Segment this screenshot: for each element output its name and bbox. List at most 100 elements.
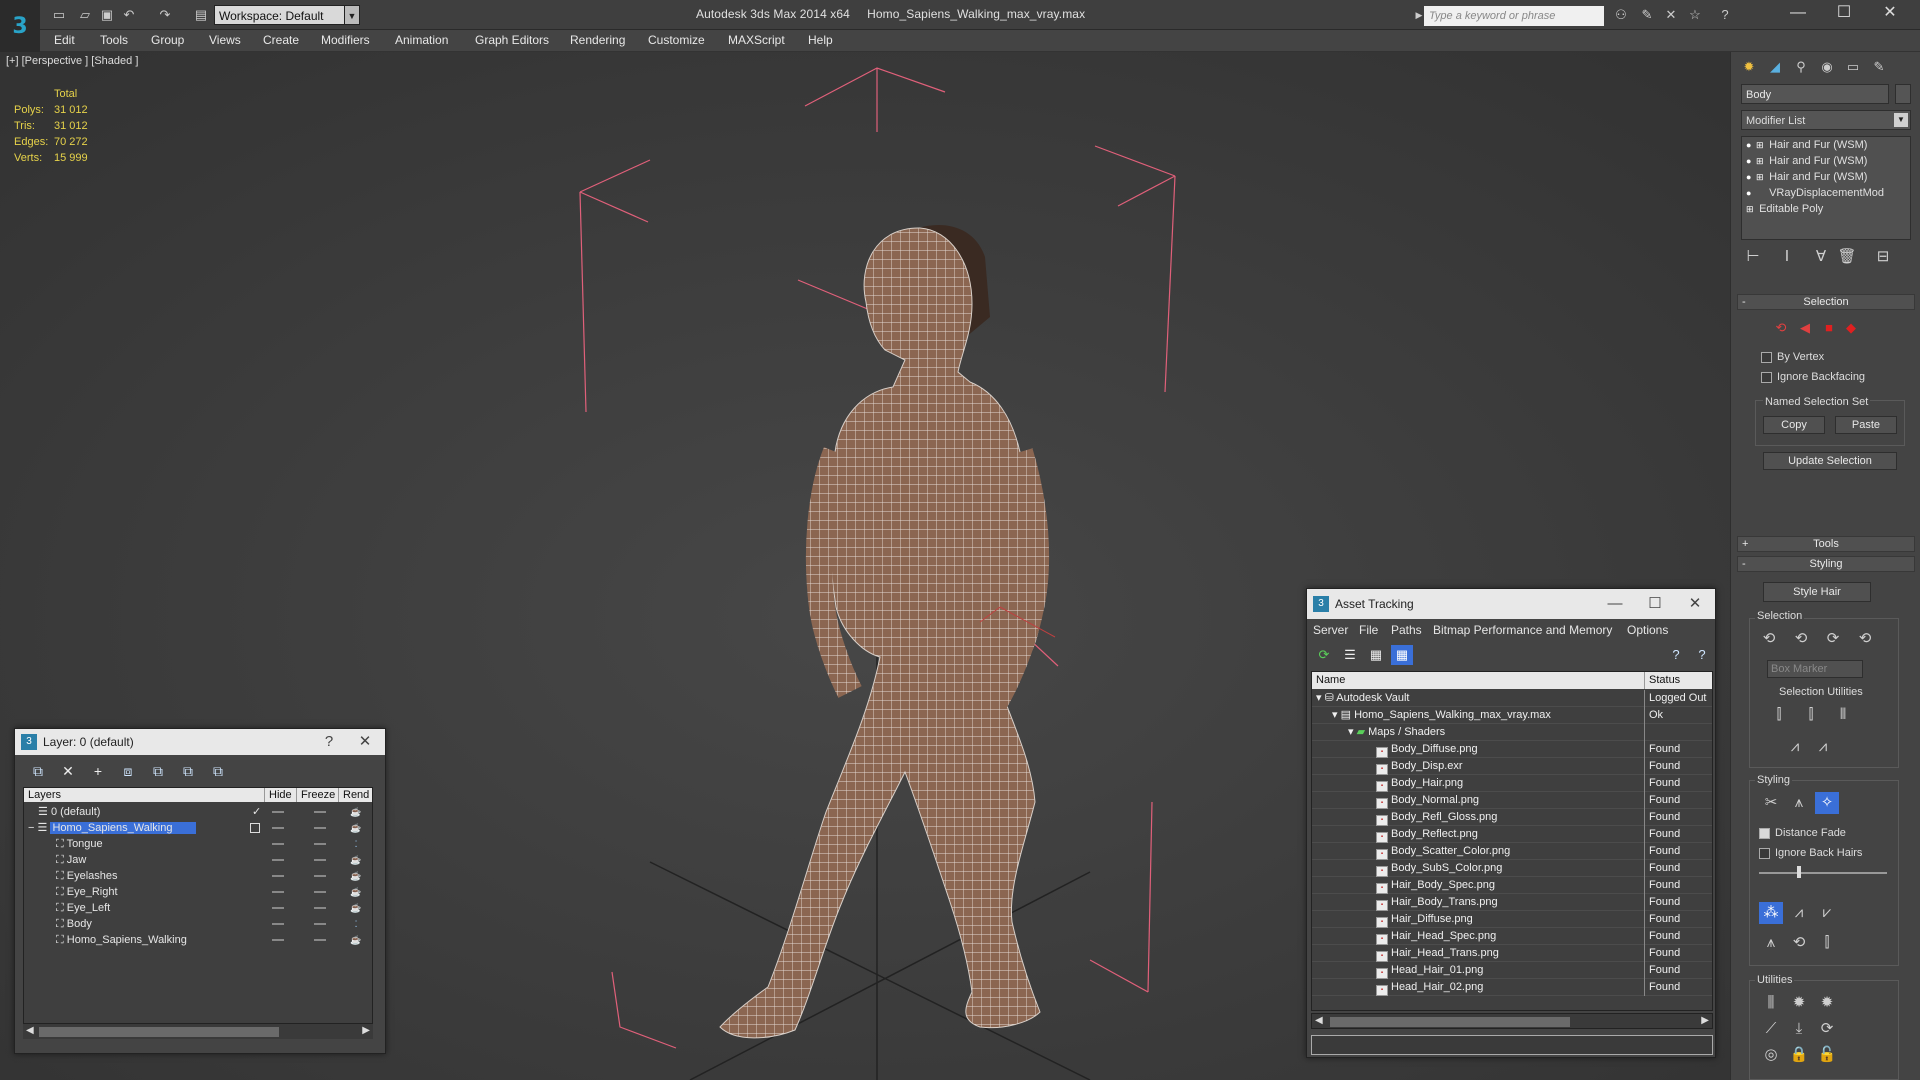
unlock-icon[interactable]: 🔓 [1815,1044,1839,1066]
scroll-right-icon[interactable]: ▶ [362,1025,370,1036]
help-icon[interactable]: ? [1665,645,1687,665]
hierarchy-tab-icon[interactable]: ⚲ [1789,56,1813,78]
expand-icon[interactable]: ⊞ [1756,172,1766,183]
tools-rollout-header[interactable]: + Tools [1737,536,1915,552]
redo-icon[interactable]: ↷ [156,6,174,24]
col-render[interactable]: Rend [338,788,369,802]
selection-rollout-header[interactable]: - Selection [1737,294,1915,310]
select-tool-icon[interactable]: ⩚ [1787,792,1811,814]
clump-icon[interactable]: ⩚ [1759,932,1783,954]
copy-button[interactable]: Copy [1763,416,1825,434]
update-selection-button[interactable]: Update Selection [1763,452,1897,470]
expand-icon[interactable]: ⊞ [1756,156,1766,167]
guides-selection-icon[interactable]: ⟲ [1773,320,1789,336]
select-hair-invert-icon[interactable]: ⟲ [1853,628,1877,650]
bulb-icon[interactable]: ● [1746,172,1756,182]
translate-brush-icon[interactable]: ⁂ [1759,902,1783,924]
object-row[interactable]: ⛶ Body ⁚ [24,916,372,932]
maximize-icon[interactable]: ☐ [1822,0,1866,28]
horizontal-scrollbar[interactable]: ◀ ▶ [23,1023,373,1039]
collapse-icon[interactable]: − [28,822,34,834]
asset-row[interactable]: ▾ ⛁ Autodesk Vault Logged Out [1312,690,1712,707]
close-icon[interactable]: ✕ [347,729,383,755]
object-row[interactable]: ⛶ Eyelashes ☕ [24,868,372,884]
asset-row[interactable]: ▪ Body_Diffuse.png Found [1312,741,1712,758]
menu-customize[interactable]: Customize [648,33,705,47]
object-row[interactable]: ⛶ Eye_Left ☕ [24,900,372,916]
scroll-left-icon[interactable]: ◀ [26,1025,34,1036]
select-hair-minus-icon[interactable]: ⟳ [1821,628,1845,650]
asset-row[interactable]: ▪ Head_Hair_02.png Found [1312,979,1712,996]
settings-icon[interactable]: ? [1691,645,1713,665]
render-teapot-icon[interactable]: ☕ [350,806,362,818]
pop-selected-icon[interactable]: ✹ [1787,992,1811,1014]
paste-button[interactable]: Paste [1835,416,1897,434]
menu-group[interactable]: Group [151,33,184,47]
by-vertex-checkbox[interactable] [1761,352,1772,363]
distance-fade-checkbox[interactable] [1759,828,1770,839]
select-hair-icon[interactable]: ⟲ [1757,628,1781,650]
brush-size-handle[interactable] [1797,866,1801,878]
asset-path-field[interactable] [1311,1035,1713,1055]
stack-item[interactable]: ● ⊞ Hair and Fur (WSM) [1746,171,1867,183]
select-hair-plus-icon[interactable]: ⟲ [1789,628,1813,650]
show-end-result-icon[interactable]: Ⅰ [1775,246,1799,268]
object-row[interactable]: ⛶ Tongue ⁚ [24,836,372,852]
current-layer-check-icon[interactable]: ✓ [252,804,261,820]
open-file-icon[interactable]: ▱ [76,6,94,24]
asset-row[interactable]: ▪ Hair_Body_Spec.png Found [1312,877,1712,894]
brush-icon[interactable]: ⟋ [1759,1018,1783,1040]
menu-graph-editors[interactable]: Graph Editors [475,33,549,47]
styling-rollout-header[interactable]: - Styling [1737,556,1915,572]
stack-item[interactable]: ● VRayDisplacementMod [1746,187,1884,199]
collapse-icon[interactable]: ▾ [1316,692,1322,704]
utilities-tab-icon[interactable]: ✎ [1867,56,1891,78]
bulb-icon[interactable]: ● [1746,140,1756,150]
connection-icon[interactable]: ✕ [1662,6,1680,24]
render-dots-icon[interactable]: ⁚ [350,838,362,850]
col-freeze[interactable]: Freeze [296,788,335,802]
asset-row[interactable]: ▪ Hair_Body_Trans.png Found [1312,894,1712,911]
app-logo[interactable]: 3 [0,0,40,52]
box-marker-dropdown[interactable]: Box Marker [1767,660,1863,678]
stack-item[interactable]: ⊞ Editable Poly [1746,203,1823,215]
modifier-list-dropdown[interactable]: Modifier List ▼ [1741,110,1911,130]
ignore-backfacing-checkbox[interactable] [1761,372,1772,383]
make-current-checkbox[interactable] [250,823,260,833]
modify-tab-icon[interactable]: ◢ [1763,56,1787,78]
display-tab-icon[interactable]: ▭ [1841,56,1865,78]
render-teapot-icon[interactable]: ☕ [350,822,362,834]
table-view-icon[interactable]: ▦ [1391,645,1413,665]
asset-menu-paths[interactable]: Paths [1391,623,1422,637]
delete-layer-icon[interactable]: ✕ [57,761,79,781]
grow-selection-icon[interactable]: ⫿ [1767,704,1791,726]
close-icon[interactable]: ✕ [1677,589,1713,619]
asset-row[interactable]: ▾ ▰ Maps / Shaders [1312,724,1712,741]
configure-sets-icon[interactable]: ⊟ [1871,246,1895,268]
menu-animation[interactable]: Animation [395,33,448,47]
render-teapot-icon[interactable]: ☕ [350,886,362,898]
scale-brush-icon[interactable]: ⫿ [1815,932,1839,954]
horizontal-scrollbar[interactable]: ◀ ▶ [1311,1013,1713,1029]
hide-all-icon[interactable]: ⧉ [177,761,199,781]
expand-icon[interactable]: ⊞ [1756,140,1766,151]
col-status[interactable]: Status [1644,672,1712,689]
scrollbar-thumb[interactable] [1330,1017,1570,1027]
asset-row[interactable]: ▪ Body_Reflect.png Found [1312,826,1712,843]
stack-item[interactable]: ● ⊞ Hair and Fur (WSM) [1746,139,1867,151]
shrink-selection-icon[interactable]: ⫿ [1799,704,1823,726]
layer-list[interactable]: Layers Hide Freeze Rend ☰ 0 (default) ✓ … [23,787,373,1039]
puff-roots-icon[interactable]: ⩗ [1815,902,1839,924]
reset-rest-icon[interactable]: ⟳ [1815,1018,1839,1040]
asset-row[interactable]: ▪ Hair_Head_Spec.png Found [1312,928,1712,945]
object-row[interactable]: ⛶ Homo_Sapiens_Walking ☕ [24,932,372,948]
rotate-brush-icon[interactable]: ⟲ [1787,932,1811,954]
asset-row[interactable]: ▪ Body_Disp.exr Found [1312,758,1712,775]
asset-menu-bitmap[interactable]: Bitmap Performance and Memory [1433,623,1612,637]
col-layers[interactable]: Layers [24,788,61,802]
pin-stack-icon[interactable]: ⊢ [1741,246,1765,268]
expand-icon[interactable]: ⊞ [1746,204,1756,215]
collapse-icon[interactable]: ▾ [1348,726,1354,738]
render-teapot-icon[interactable]: ☕ [350,934,362,946]
pop-zero-icon[interactable]: ✹ [1815,992,1839,1014]
